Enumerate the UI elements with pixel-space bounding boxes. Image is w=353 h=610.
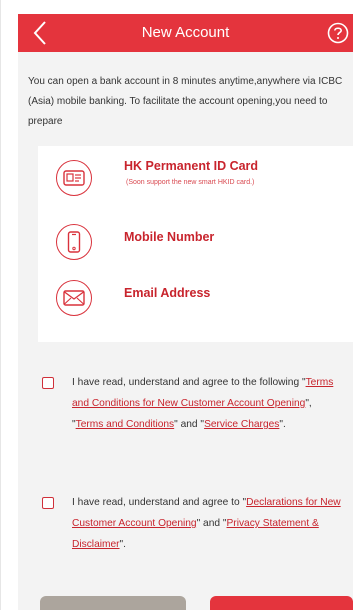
agreement-prefix: I have read, understand and agree to the… (72, 377, 306, 388)
agreement-separator: " and " (196, 518, 227, 529)
declarations-checkbox[interactable] (42, 497, 54, 509)
requirements-card: HK Permanent ID Card (Soon support the n… (38, 146, 353, 342)
back-button[interactable] (24, 18, 56, 48)
agreement-prefix: I have read, understand and agree to " (72, 497, 247, 508)
requirement-mobile: Mobile Number (38, 216, 353, 272)
requirement-label: Mobile Number (124, 230, 215, 244)
requirement-label: Email Address (124, 286, 211, 300)
requirement-id-card: HK Permanent ID Card (Soon support the n… (38, 152, 353, 208)
requirement-email: Email Address (38, 272, 353, 328)
app-screen: New Account You can open a bank account … (18, 14, 353, 610)
agreement-suffix: ". (279, 419, 286, 430)
agreement-separator: " and " (174, 419, 205, 430)
secondary-button[interactable] (40, 596, 186, 610)
chevron-left-icon (33, 21, 46, 45)
terms-checkbox[interactable] (42, 377, 54, 389)
page-title: New Account (141, 24, 230, 41)
page-edge (0, 0, 1, 610)
id-card-icon (56, 160, 92, 196)
envelope-icon (56, 280, 92, 316)
help-button[interactable] (325, 20, 351, 46)
intro-text: You can open a bank account in 8 minutes… (28, 76, 343, 127)
question-circle-icon (327, 22, 349, 44)
service-charges-link[interactable]: Service Charges (204, 419, 279, 430)
nav-bar: New Account (18, 14, 353, 52)
terms-and-conditions-link[interactable]: Terms and Conditions (76, 419, 175, 430)
agreement-suffix: ". (119, 539, 126, 550)
requirement-label: HK Permanent ID Card (124, 159, 259, 173)
mobile-phone-icon (56, 224, 92, 260)
primary-button[interactable] (210, 596, 353, 610)
requirement-note: (Soon support the new smart HKID card.) (126, 179, 255, 186)
agreement-text: I have read, understand and agree to "De… (72, 492, 342, 555)
agreement-text: I have read, understand and agree to the… (72, 372, 342, 435)
